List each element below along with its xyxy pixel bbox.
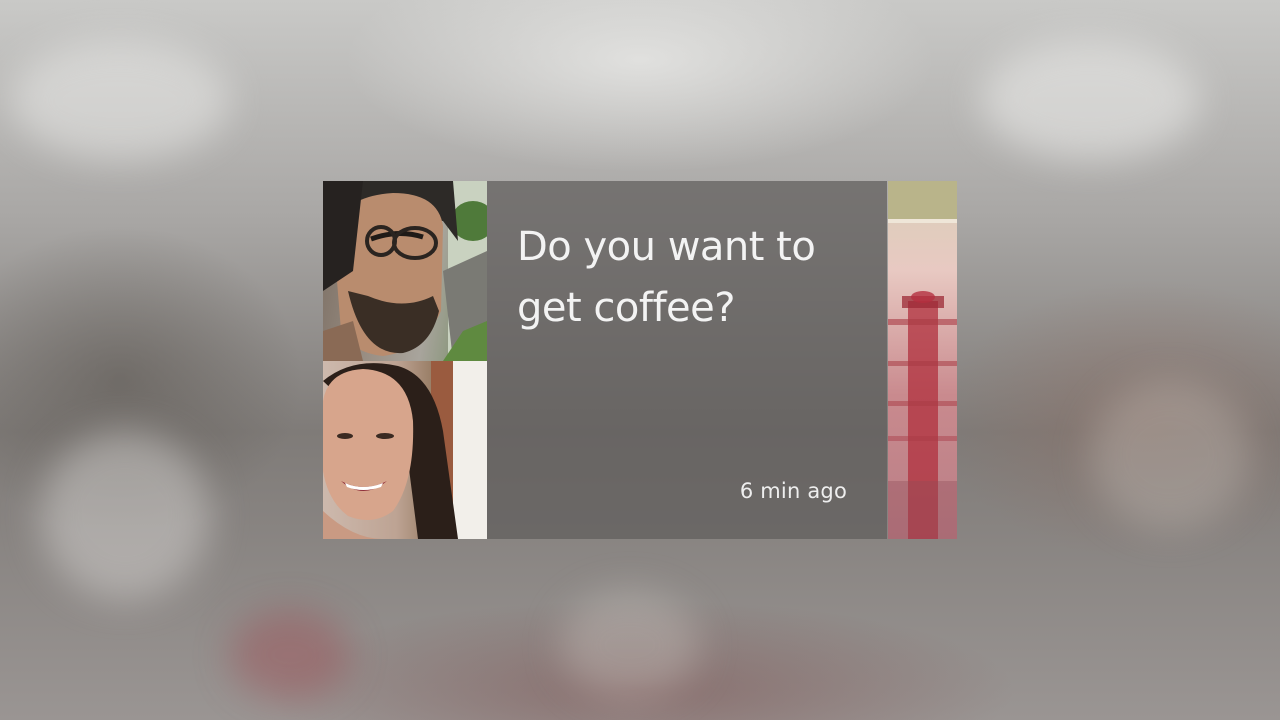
contact-photo-man	[323, 181, 487, 361]
man-with-glasses-icon	[323, 181, 487, 361]
blurred-background: Do you want to get coffee? 6 min ago	[0, 0, 1280, 720]
next-card-preview[interactable]	[888, 181, 957, 539]
bokeh-light	[40, 430, 210, 600]
contact-photo-woman	[323, 361, 487, 539]
bokeh-light	[980, 40, 1200, 160]
bokeh-light	[1090, 380, 1250, 530]
timestamp: 6 min ago	[739, 479, 847, 503]
message-text: Do you want to get coffee?	[517, 224, 816, 331]
message-card[interactable]: Do you want to get coffee? 6 min ago	[323, 181, 887, 539]
bokeh-light	[560, 590, 700, 700]
bokeh-light	[10, 40, 230, 160]
lighthouse-icon	[888, 181, 957, 539]
bokeh-light	[230, 610, 350, 700]
smiling-woman-icon	[323, 361, 487, 539]
